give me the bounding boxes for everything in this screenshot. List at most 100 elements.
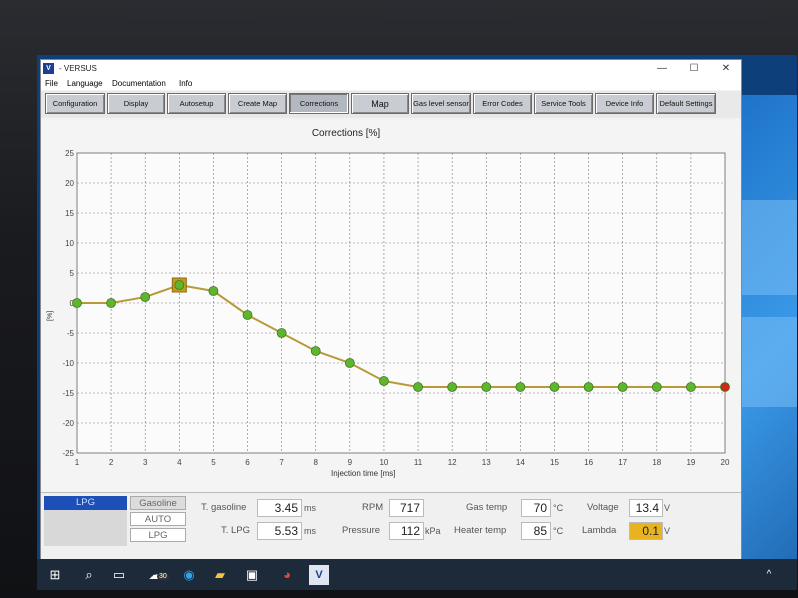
data-point[interactable]: [276, 328, 287, 338]
edge-icon[interactable]: ◉: [179, 565, 199, 585]
tab-default-settings[interactable]: Default Settings: [656, 93, 716, 114]
status-bar: LPG Gasoline AUTO LPG T. gasoline 3.45 m…: [41, 492, 741, 560]
t-gasoline-unit: ms: [304, 503, 316, 513]
app-icon: V: [43, 63, 54, 74]
pressure-label: Pressure: [342, 525, 381, 536]
x-tick-label: 10: [379, 458, 388, 467]
maximize-button[interactable]: ☐: [679, 61, 709, 76]
tab-display[interactable]: Display: [107, 93, 165, 114]
data-point[interactable]: [344, 358, 355, 368]
data-point[interactable]: [242, 310, 253, 320]
windows-taskbar: ⊞ ⌕ ▭ ☁ 30 ◉ ▰ ▣ ◕ V ^: [37, 559, 797, 590]
minimize-button[interactable]: —: [647, 61, 677, 76]
data-point[interactable]: [447, 382, 458, 392]
tab-map[interactable]: Map: [351, 93, 409, 114]
close-button[interactable]: ✕: [711, 61, 741, 76]
corrections-chart-panel: Corrections [%] [%] Injection time [ms] …: [41, 120, 741, 492]
mode-auto-button[interactable]: AUTO: [130, 512, 186, 526]
tray-chevron-icon[interactable]: ^: [759, 565, 779, 585]
window-title: - VERSUS: [59, 64, 97, 73]
corrections-chart[interactable]: 2520151050-5-10-15-20-251 2 3 4 5 6 7 8 9 10 11 12 1…: [41, 120, 741, 492]
tab-configuration[interactable]: Configuration: [45, 93, 105, 114]
tab-gas-level-sensor[interactable]: Gas level sensor: [411, 93, 471, 114]
versus-icon[interactable]: V: [309, 565, 329, 585]
data-point[interactable]: [174, 280, 185, 290]
heater-temp-value: 85: [521, 522, 551, 540]
t-lpg-label: T. LPG: [221, 525, 251, 536]
tab-autosetup[interactable]: Autosetup: [167, 93, 226, 114]
data-point[interactable]: [651, 382, 662, 392]
wallpaper-tile: [740, 317, 797, 407]
menu-bar: File Language Documentation Info: [41, 78, 741, 90]
data-point[interactable]: [140, 292, 151, 302]
x-tick-label: 17: [618, 458, 627, 467]
data-point[interactable]: [413, 382, 423, 392]
start-icon[interactable]: ⊞: [45, 565, 65, 585]
data-point[interactable]: [72, 298, 82, 308]
tab-corrections[interactable]: Corrections: [289, 93, 349, 114]
t-lpg-value: 5.53: [257, 522, 302, 540]
x-tick-label: 11: [414, 458, 423, 467]
x-tick-label: 18: [652, 458, 661, 467]
heater-temp-unit: °C: [553, 526, 564, 536]
data-point[interactable]: [208, 286, 219, 296]
x-tick-label: 13: [482, 458, 491, 467]
mode-lpg-button[interactable]: LPG: [130, 528, 186, 542]
x-tick-label: 2: [109, 458, 114, 467]
store-icon[interactable]: ▣: [242, 565, 262, 585]
y-tick-label: 20: [65, 179, 74, 188]
data-point[interactable]: [685, 382, 696, 392]
lambda-unit: V: [664, 526, 671, 536]
menu-file[interactable]: File: [45, 79, 58, 88]
data-point[interactable]: [617, 382, 628, 392]
pressure-unit: kPa: [425, 526, 441, 536]
x-tick-label: 3: [143, 458, 148, 467]
tab-service-tools[interactable]: Service Tools: [534, 93, 593, 114]
tab-device-info[interactable]: Device Info: [595, 93, 654, 114]
x-tick-label: 12: [448, 458, 457, 467]
t-gasoline-value: 3.45: [257, 499, 302, 517]
x-tick-label: 1: [75, 458, 80, 467]
data-point[interactable]: [549, 382, 560, 392]
y-tick-label: -10: [62, 359, 74, 368]
data-point[interactable]: [379, 376, 389, 386]
task-view-icon[interactable]: ▭: [109, 565, 129, 585]
data-point[interactable]: [310, 346, 321, 356]
gas-temp-value: 70: [521, 499, 551, 517]
x-tick-label: 6: [245, 458, 250, 467]
search-icon[interactable]: ⌕: [79, 565, 99, 585]
fuel-mode-current: LPG: [44, 496, 127, 510]
tab-create-map[interactable]: Create Map: [228, 93, 287, 114]
x-tick-label: 9: [348, 458, 353, 467]
tab-error-codes[interactable]: Error Codes: [473, 93, 532, 114]
x-tick-label: 20: [721, 458, 730, 467]
x-tick-label: 19: [686, 458, 695, 467]
gas-temp-label: Gas temp: [466, 502, 508, 513]
data-point[interactable]: [481, 382, 492, 392]
data-point[interactable]: [720, 382, 730, 392]
t-gasoline-label: T. gasoline: [201, 502, 247, 513]
x-tick-label: 16: [584, 458, 593, 467]
data-point[interactable]: [583, 382, 594, 392]
y-tick-label: -25: [62, 449, 74, 458]
menu-language[interactable]: Language: [67, 79, 103, 88]
y-tick-label: 10: [65, 239, 74, 248]
fuel-mode-indicator: [44, 510, 127, 546]
lambda-value: 0.1: [629, 522, 663, 540]
x-tick-label: 4: [177, 458, 182, 467]
mode-gasoline-button[interactable]: Gasoline: [130, 496, 186, 510]
x-tick-label: 7: [279, 458, 284, 467]
y-tick-label: -15: [62, 389, 74, 398]
voltage-unit: V: [664, 503, 671, 513]
screen: V - VERSUS — ☐ ✕ File Language Documenta…: [37, 55, 797, 590]
chrome-icon[interactable]: ◕: [277, 565, 297, 585]
wallpaper-tile: [740, 200, 797, 295]
lambda-label: Lambda: [582, 525, 617, 536]
x-tick-label: 5: [211, 458, 216, 467]
data-point[interactable]: [515, 382, 526, 392]
data-point[interactable]: [106, 298, 117, 308]
file-explorer-icon[interactable]: ▰: [210, 565, 230, 585]
y-tick-label: 25: [65, 149, 74, 158]
menu-info[interactable]: Info: [179, 79, 192, 88]
menu-documentation[interactable]: Documentation: [112, 79, 166, 88]
